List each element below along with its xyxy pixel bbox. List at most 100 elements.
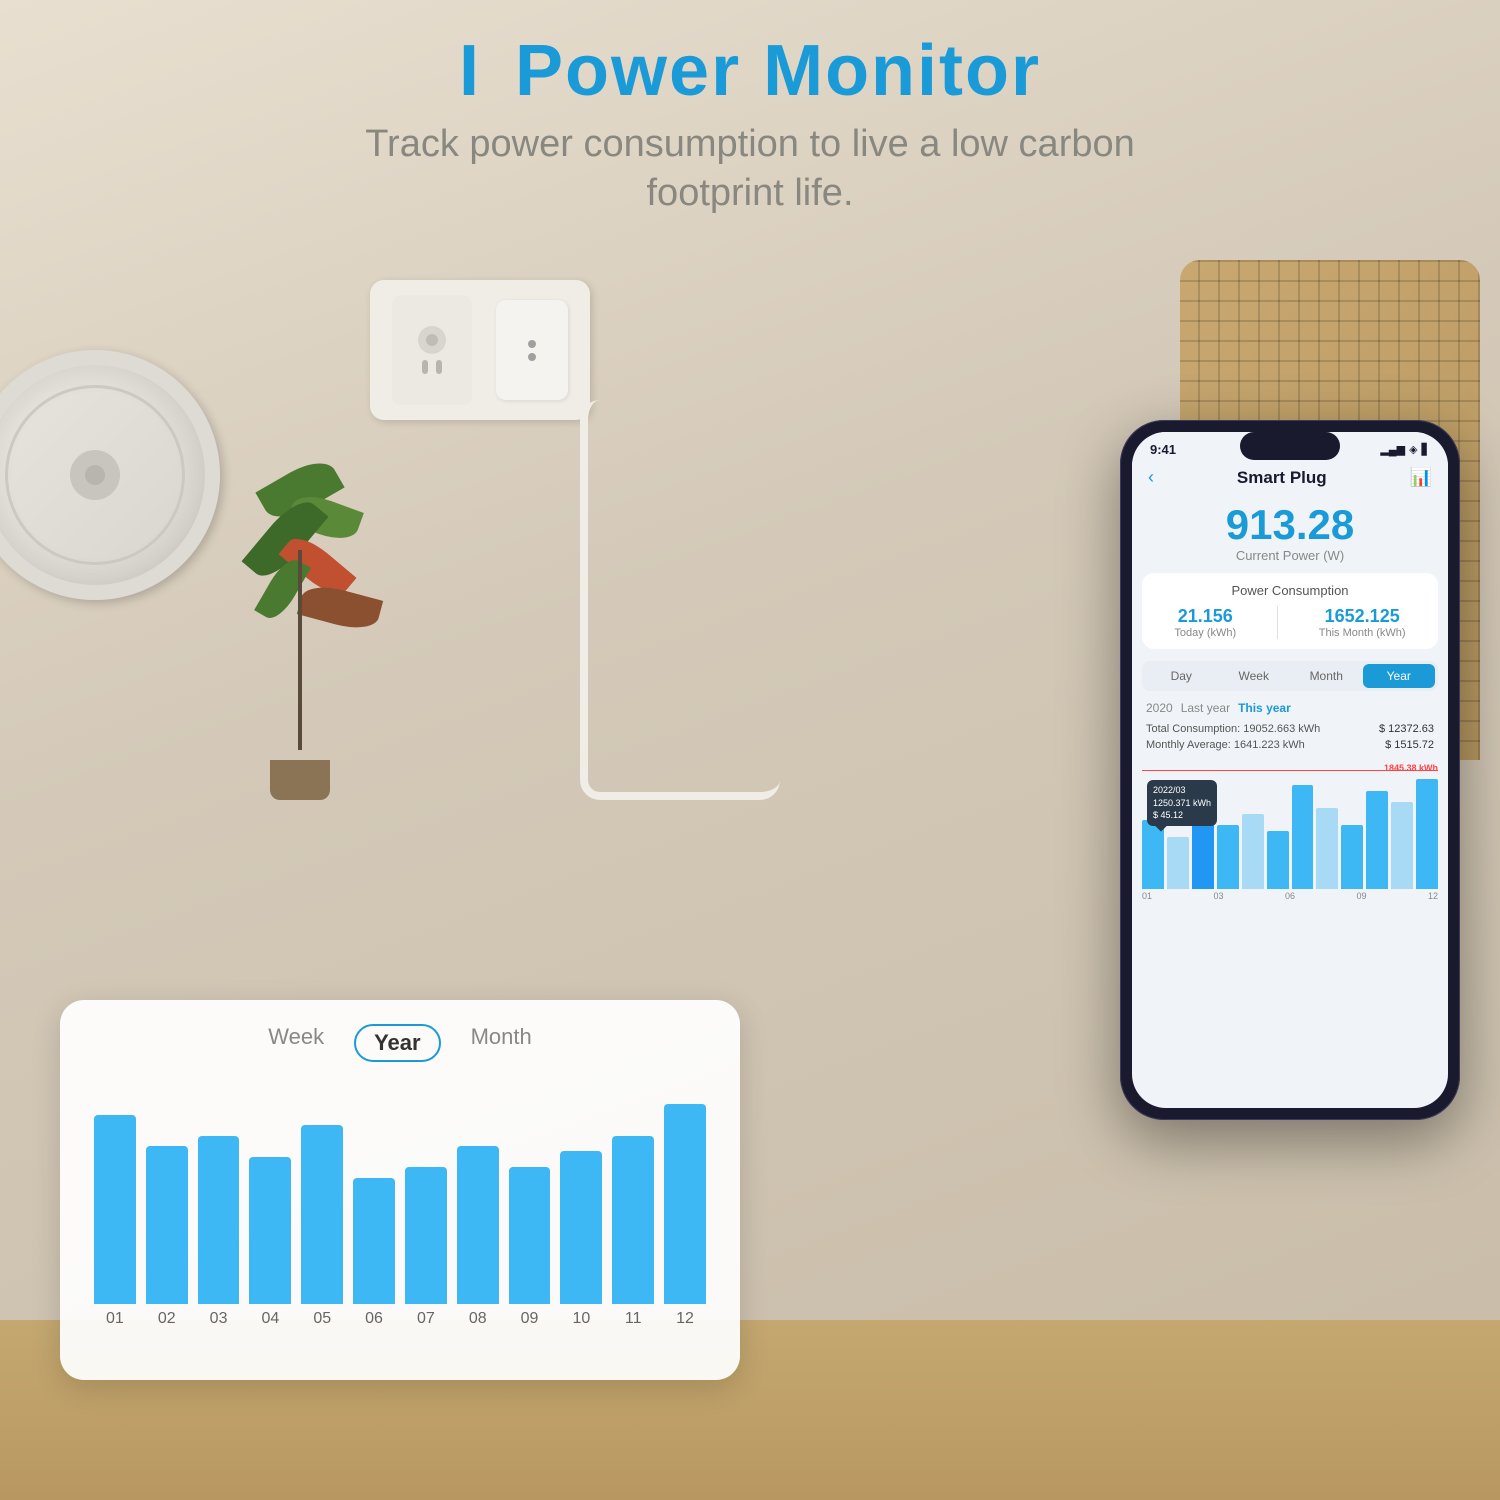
chart-bar-group-10: 10 bbox=[560, 1151, 602, 1328]
tab-year[interactable]: Year bbox=[354, 1024, 441, 1062]
chart-bar-group-07: 07 bbox=[405, 1167, 447, 1328]
label-12: 12 bbox=[1428, 891, 1438, 901]
chart-bar-group-03: 03 bbox=[198, 1136, 240, 1328]
chart-bar-label-12: 12 bbox=[676, 1310, 694, 1328]
title-bar: I bbox=[459, 31, 481, 111]
chart-bar-label-11: 11 bbox=[625, 1310, 642, 1328]
chart-bar-12 bbox=[664, 1104, 706, 1304]
today-label: Today (kWh) bbox=[1174, 627, 1236, 639]
chart-bar-group-09: 09 bbox=[509, 1167, 551, 1328]
mini-bar-9 bbox=[1366, 791, 1388, 889]
month-consumption: 1652.125 This Month (kWh) bbox=[1319, 606, 1406, 639]
back-button[interactable]: ‹ bbox=[1148, 467, 1154, 488]
chart-bar-02 bbox=[146, 1146, 188, 1304]
chart-bar-group-12: 12 bbox=[664, 1104, 706, 1328]
power-number: 913.28 bbox=[1132, 504, 1448, 546]
phone-notch bbox=[1240, 432, 1340, 460]
subtitle-line1: Track power consumption to live a low ca… bbox=[365, 123, 1135, 165]
mini-bar-1 bbox=[1167, 837, 1189, 889]
chart-bar-04 bbox=[249, 1157, 291, 1304]
year-this[interactable]: This year bbox=[1238, 701, 1291, 715]
subtitle-line2: footprint life. bbox=[647, 172, 854, 214]
chart-bar-label-05: 05 bbox=[313, 1310, 331, 1328]
time-tabs: Day Week Month Year bbox=[1142, 661, 1438, 691]
total-label: Total Consumption: 19052.663 kWh bbox=[1146, 723, 1320, 735]
chart-tabs: Week Year Month bbox=[90, 1024, 710, 1062]
chart-bars: 01 02 03 04 05 06 07 08 09 10 11 12 bbox=[90, 1078, 710, 1328]
phone-chart-area: 1845.38 kWh 2022/03 1250.371 kWh $ 45.12… bbox=[1132, 755, 1448, 1108]
time-tab-day[interactable]: Day bbox=[1145, 664, 1218, 688]
wall-outlet bbox=[370, 280, 590, 420]
chart-bar-label-08: 08 bbox=[469, 1310, 487, 1328]
chart-bar-05 bbox=[301, 1125, 343, 1304]
chart-bar-label-10: 10 bbox=[572, 1310, 590, 1328]
year-last[interactable]: Last year bbox=[1181, 701, 1230, 715]
stats-section: Total Consumption: 19052.663 kWh $ 12372… bbox=[1132, 719, 1448, 755]
mini-bar-10 bbox=[1391, 802, 1413, 889]
chart-bar-group-05: 05 bbox=[301, 1125, 343, 1328]
label-03: 03 bbox=[1213, 891, 1223, 901]
label-09: 09 bbox=[1356, 891, 1366, 901]
mini-bar-7 bbox=[1316, 808, 1338, 889]
battery-icon: ▋ bbox=[1422, 443, 1430, 456]
chart-bar-10 bbox=[560, 1151, 602, 1304]
time-tab-month[interactable]: Month bbox=[1290, 664, 1363, 688]
time-tab-week[interactable]: Week bbox=[1218, 664, 1291, 688]
mini-bar-6 bbox=[1292, 785, 1314, 889]
chart-x-labels: 01 03 06 09 12 bbox=[1142, 889, 1438, 903]
chart-button[interactable]: 📊 bbox=[1410, 467, 1432, 488]
chart-bar-label-03: 03 bbox=[210, 1310, 228, 1328]
wifi-icon: ◈ bbox=[1409, 443, 1417, 456]
month-value: 1652.125 bbox=[1319, 606, 1406, 627]
power-display: 913.28 Current Power (W) bbox=[1132, 496, 1448, 567]
chart-bar-01 bbox=[94, 1115, 136, 1304]
cable-decoration bbox=[580, 400, 780, 800]
chart-bar-group-08: 08 bbox=[457, 1146, 499, 1328]
page-title: I Power Monitor bbox=[0, 30, 1500, 112]
tooltip-kwh: 1250.371 kWh bbox=[1153, 797, 1211, 810]
chart-bar-group-06: 06 bbox=[353, 1178, 395, 1328]
page-header: I Power Monitor Track power consumption … bbox=[0, 30, 1500, 219]
status-time: 9:41 bbox=[1150, 442, 1176, 457]
year-nav: 2020 Last year This year bbox=[1132, 697, 1448, 719]
mini-bar-8 bbox=[1341, 825, 1363, 889]
chart-bar-03 bbox=[198, 1136, 240, 1304]
chart-bar-09 bbox=[509, 1167, 551, 1304]
chart-bar-06 bbox=[353, 1178, 395, 1304]
total-value: $ 12372.63 bbox=[1379, 723, 1434, 735]
today-consumption: 21.156 Today (kWh) bbox=[1174, 606, 1236, 639]
year-2020[interactable]: 2020 bbox=[1146, 701, 1173, 715]
chart-bar-label-04: 04 bbox=[262, 1310, 280, 1328]
chart-bar-group-04: 04 bbox=[249, 1157, 291, 1328]
consumption-values: 21.156 Today (kWh) 1652.125 This Month (… bbox=[1154, 606, 1426, 639]
mini-bar-5 bbox=[1267, 831, 1289, 889]
chart-bar-label-02: 02 bbox=[158, 1310, 176, 1328]
today-value: 21.156 bbox=[1174, 606, 1236, 627]
page-subtitle: Track power consumption to live a low ca… bbox=[0, 120, 1500, 219]
label-06: 06 bbox=[1285, 891, 1295, 901]
chart-bar-label-09: 09 bbox=[521, 1310, 539, 1328]
tooltip-date: 2022/03 bbox=[1153, 784, 1211, 797]
tab-month[interactable]: Month bbox=[471, 1024, 532, 1062]
app-title: Smart Plug bbox=[1237, 468, 1327, 488]
tooltip-cost: $ 45.12 bbox=[1153, 809, 1211, 822]
mini-bar-4 bbox=[1242, 814, 1264, 889]
month-label: This Month (kWh) bbox=[1319, 627, 1406, 639]
status-icons: ▂▄▆ ◈ ▋ bbox=[1380, 443, 1430, 456]
phone-screen: 9:41 ▂▄▆ ◈ ▋ ‹ Smart Plug 📊 913.28 Curre… bbox=[1132, 432, 1448, 1108]
label-01: 01 bbox=[1142, 891, 1152, 901]
chart-bar-label-07: 07 bbox=[417, 1310, 435, 1328]
mini-bar-3 bbox=[1217, 825, 1239, 889]
chart-tooltip: 2022/03 1250.371 kWh $ 45.12 bbox=[1147, 780, 1217, 826]
chart-bar-group-01: 01 bbox=[94, 1115, 136, 1328]
mini-bar-11 bbox=[1416, 779, 1438, 889]
chart-card: Week Year Month 01 02 03 04 05 06 07 08 09 10 11 12 bbox=[60, 1000, 740, 1380]
chart-bar-group-02: 02 bbox=[146, 1146, 188, 1328]
title-main: Power Monitor bbox=[515, 31, 1041, 111]
power-unit: Current Power (W) bbox=[1132, 548, 1448, 563]
tab-week[interactable]: Week bbox=[268, 1024, 324, 1062]
time-tab-year[interactable]: Year bbox=[1363, 664, 1436, 688]
avg-stat-row: Monthly Average: 1641.223 kWh $ 1515.72 bbox=[1146, 737, 1434, 753]
chart-bar-11 bbox=[612, 1136, 654, 1304]
avg-label: Monthly Average: 1641.223 kWh bbox=[1146, 739, 1305, 751]
